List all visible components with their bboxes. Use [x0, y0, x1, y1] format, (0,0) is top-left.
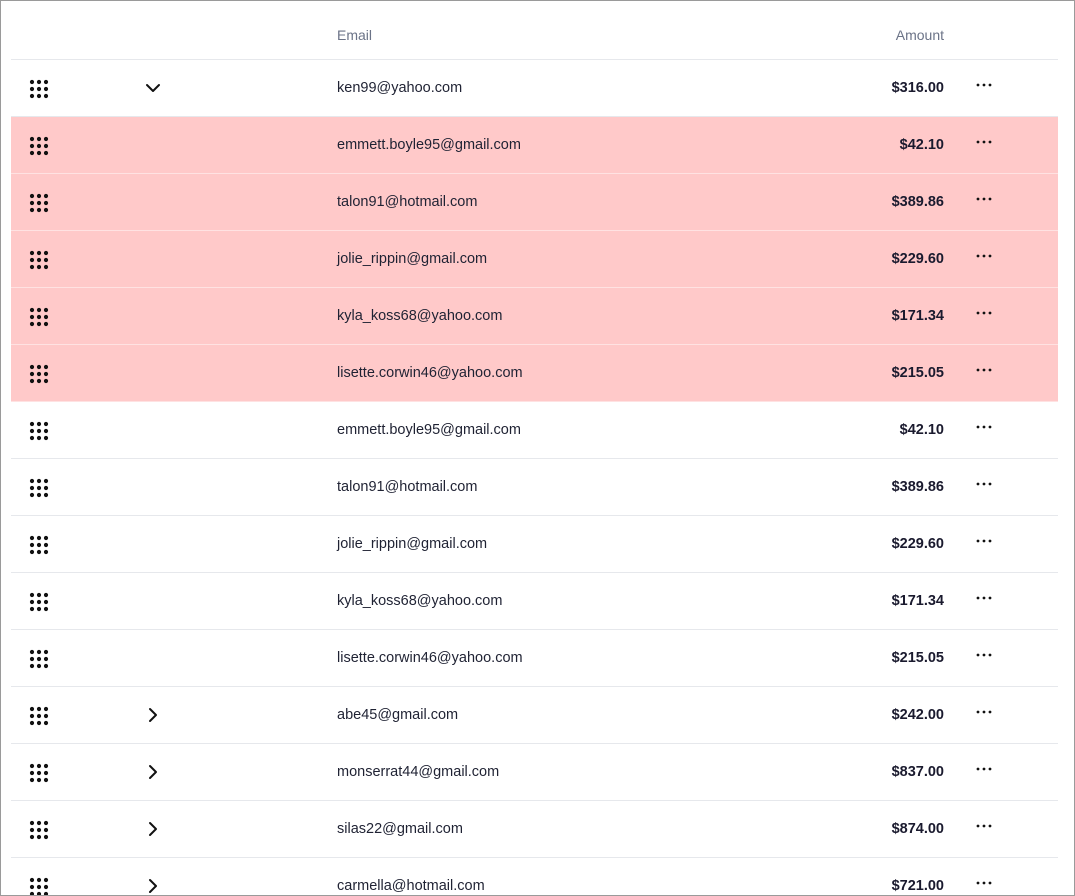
row-email: emmett.boyle95@gmail.com: [337, 422, 521, 438]
row-amount: $215.05: [891, 365, 944, 381]
drag-handle-icon[interactable]: [29, 649, 49, 669]
more-horizontal-icon[interactable]: [973, 416, 995, 438]
drag-handle-icon[interactable]: [29, 364, 49, 384]
row-amount: $389.86: [891, 479, 944, 495]
more-horizontal-icon[interactable]: [973, 758, 995, 780]
more-horizontal-icon[interactable]: [973, 302, 995, 324]
row-amount: $874.00: [891, 821, 944, 837]
row-email: kyla_koss68@yahoo.com: [337, 593, 503, 609]
more-horizontal-icon[interactable]: [973, 815, 995, 837]
drag-handle-icon[interactable]: [29, 307, 49, 327]
drag-handle-icon[interactable]: [29, 535, 49, 555]
row-amount: $229.60: [891, 536, 944, 552]
drag-handle-icon[interactable]: [29, 763, 49, 783]
row-email: lisette.corwin46@yahoo.com: [337, 650, 523, 666]
row-amount: $229.60: [891, 251, 944, 267]
drag-handle-icon[interactable]: [29, 592, 49, 612]
row-email: carmella@hotmail.com: [337, 878, 485, 894]
table-row: monserrat44@gmail.com $837.00: [11, 744, 1058, 801]
drag-handle-icon[interactable]: [29, 421, 49, 441]
row-email: jolie_rippin@gmail.com: [337, 536, 488, 552]
drag-handle-icon[interactable]: [29, 79, 49, 99]
more-horizontal-icon[interactable]: [973, 872, 995, 894]
drag-handle-icon[interactable]: [29, 820, 49, 840]
row-email: kyla_koss68@yahoo.com: [337, 308, 503, 324]
row-email: abe45@gmail.com: [337, 707, 459, 723]
more-horizontal-icon[interactable]: [973, 587, 995, 609]
drag-handle-icon[interactable]: [29, 478, 49, 498]
row-amount: $42.10: [899, 137, 944, 153]
chevron-right-icon[interactable]: [143, 876, 163, 895]
chevron-right-icon[interactable]: [143, 819, 163, 839]
chevron-right-icon[interactable]: [143, 762, 163, 782]
row-email: lisette.corwin46@yahoo.com: [337, 365, 523, 381]
drag-handle-icon[interactable]: [29, 193, 49, 213]
table-row: silas22@gmail.com $874.00: [11, 801, 1058, 858]
sub-row: jolie_rippin@gmail.com $229.60: [11, 231, 1058, 288]
row-amount: $171.34: [891, 308, 944, 324]
chevron-down-icon[interactable]: [143, 78, 163, 98]
more-horizontal-icon[interactable]: [973, 473, 995, 495]
more-horizontal-icon[interactable]: [973, 245, 995, 267]
row-amount: $316.00: [891, 80, 944, 96]
row-amount: $242.00: [891, 707, 944, 723]
sub-row: lisette.corwin46@yahoo.com $215.05: [11, 345, 1058, 402]
table-row: jolie_rippin@gmail.com $229.60: [11, 516, 1058, 573]
row-amount: $721.00: [891, 878, 944, 894]
data-table: Email Amount ken99@yahoo.com $316.00 emmet…: [11, 1, 1058, 895]
sub-row: talon91@hotmail.com $389.86: [11, 174, 1058, 231]
sub-row: kyla_koss68@yahoo.com $171.34: [11, 288, 1058, 345]
column-header-email[interactable]: Email: [337, 27, 372, 43]
drag-handle-icon[interactable]: [29, 877, 49, 895]
row-amount: $171.34: [891, 593, 944, 609]
table-row: talon91@hotmail.com $389.86: [11, 459, 1058, 516]
chevron-right-icon[interactable]: [143, 705, 163, 725]
sub-row: emmett.boyle95@gmail.com $42.10: [11, 117, 1058, 174]
row-email: silas22@gmail.com: [337, 821, 463, 837]
row-email: talon91@hotmail.com: [337, 194, 478, 210]
table-row: carmella@hotmail.com $721.00: [11, 858, 1058, 895]
more-horizontal-icon[interactable]: [973, 701, 995, 723]
table-body: ken99@yahoo.com $316.00 emmett.boyle95@gma…: [11, 60, 1058, 895]
table-row: ken99@yahoo.com $316.00: [11, 60, 1058, 117]
row-email: jolie_rippin@gmail.com: [337, 251, 488, 267]
drag-handle-icon[interactable]: [29, 706, 49, 726]
drag-handle-icon[interactable]: [29, 136, 49, 156]
table-header: Email Amount: [11, 1, 1058, 60]
table-row: lisette.corwin46@yahoo.com $215.05: [11, 630, 1058, 687]
row-email: monserrat44@gmail.com: [337, 764, 500, 780]
more-horizontal-icon[interactable]: [973, 359, 995, 381]
row-email: emmett.boyle95@gmail.com: [337, 137, 521, 153]
row-amount: $389.86: [891, 194, 944, 210]
table-row: kyla_koss68@yahoo.com $171.34: [11, 573, 1058, 630]
column-header-amount[interactable]: Amount: [896, 27, 944, 43]
more-horizontal-icon[interactable]: [973, 131, 995, 153]
row-amount: $215.05: [891, 650, 944, 666]
row-amount: $42.10: [899, 422, 944, 438]
more-horizontal-icon[interactable]: [973, 74, 995, 96]
row-email: talon91@hotmail.com: [337, 479, 478, 495]
data-table-frame: Email Amount ken99@yahoo.com $316.00 emmet…: [0, 0, 1075, 896]
row-amount: $837.00: [891, 764, 944, 780]
row-email: ken99@yahoo.com: [337, 80, 463, 96]
more-horizontal-icon[interactable]: [973, 644, 995, 666]
more-horizontal-icon[interactable]: [973, 188, 995, 210]
more-horizontal-icon[interactable]: [973, 530, 995, 552]
table-row: abe45@gmail.com $242.00: [11, 687, 1058, 744]
table-row: emmett.boyle95@gmail.com $42.10: [11, 402, 1058, 459]
drag-handle-icon[interactable]: [29, 250, 49, 270]
